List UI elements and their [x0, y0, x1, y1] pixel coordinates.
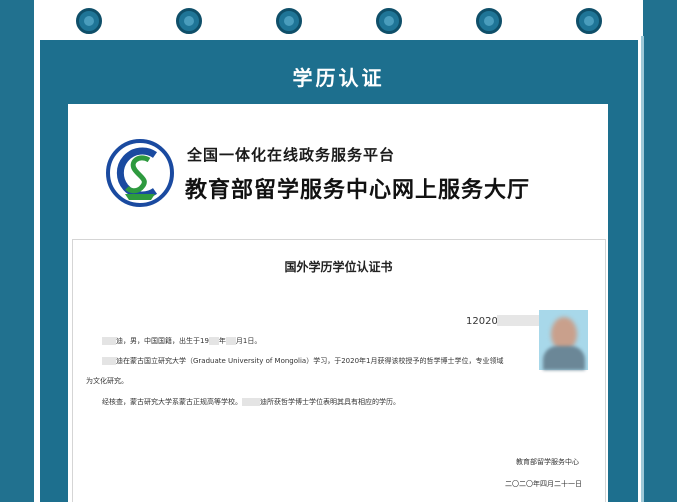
redacted-name: [242, 398, 260, 406]
issue-date: 二〇二〇年四月二十一日: [505, 480, 582, 488]
notebook-top-strip: [34, 0, 643, 36]
redacted-month: [225, 337, 236, 345]
binder-ring-icon: [176, 8, 202, 34]
platform-name: 全国一体化在线政务服务平台: [187, 146, 396, 164]
service-hall-name: 教育部留学服务中心网上服务大厅: [185, 178, 531, 203]
certificate-line-2: 迪在蒙古国立研究大学（Graduate University of Mongol…: [102, 356, 503, 366]
binder-ring-icon: [576, 8, 602, 34]
redacted-year: [208, 337, 219, 345]
id-photo-body: [543, 346, 585, 370]
page-title: 学历认证: [292, 66, 385, 90]
binder-ring-icon: [376, 8, 402, 34]
cscse-logo-icon: [106, 139, 174, 207]
redacted-name: [102, 357, 116, 365]
binder-ring-icon: [76, 8, 102, 34]
certificate-number: 12020: [466, 316, 498, 327]
binder-ring-icon: [276, 8, 302, 34]
binder-ring-icon: [476, 8, 502, 34]
certificate-title: 国外学历学位认证书: [284, 260, 393, 274]
certificate-line-3: 为文化研究。: [86, 377, 128, 385]
redacted-number: [497, 315, 539, 326]
certificate-line-4: 经核查，蒙古研究大学系蒙古正规高等学校。 迪所获哲学博士学位表明其具有相应的学历。: [102, 398, 400, 406]
redacted-name: [102, 337, 116, 345]
certificate-line-1: 迪，男，中国国籍，出生于19 年月1日。: [102, 336, 261, 346]
issuer-name: 教育部留学服务中心: [516, 458, 579, 466]
